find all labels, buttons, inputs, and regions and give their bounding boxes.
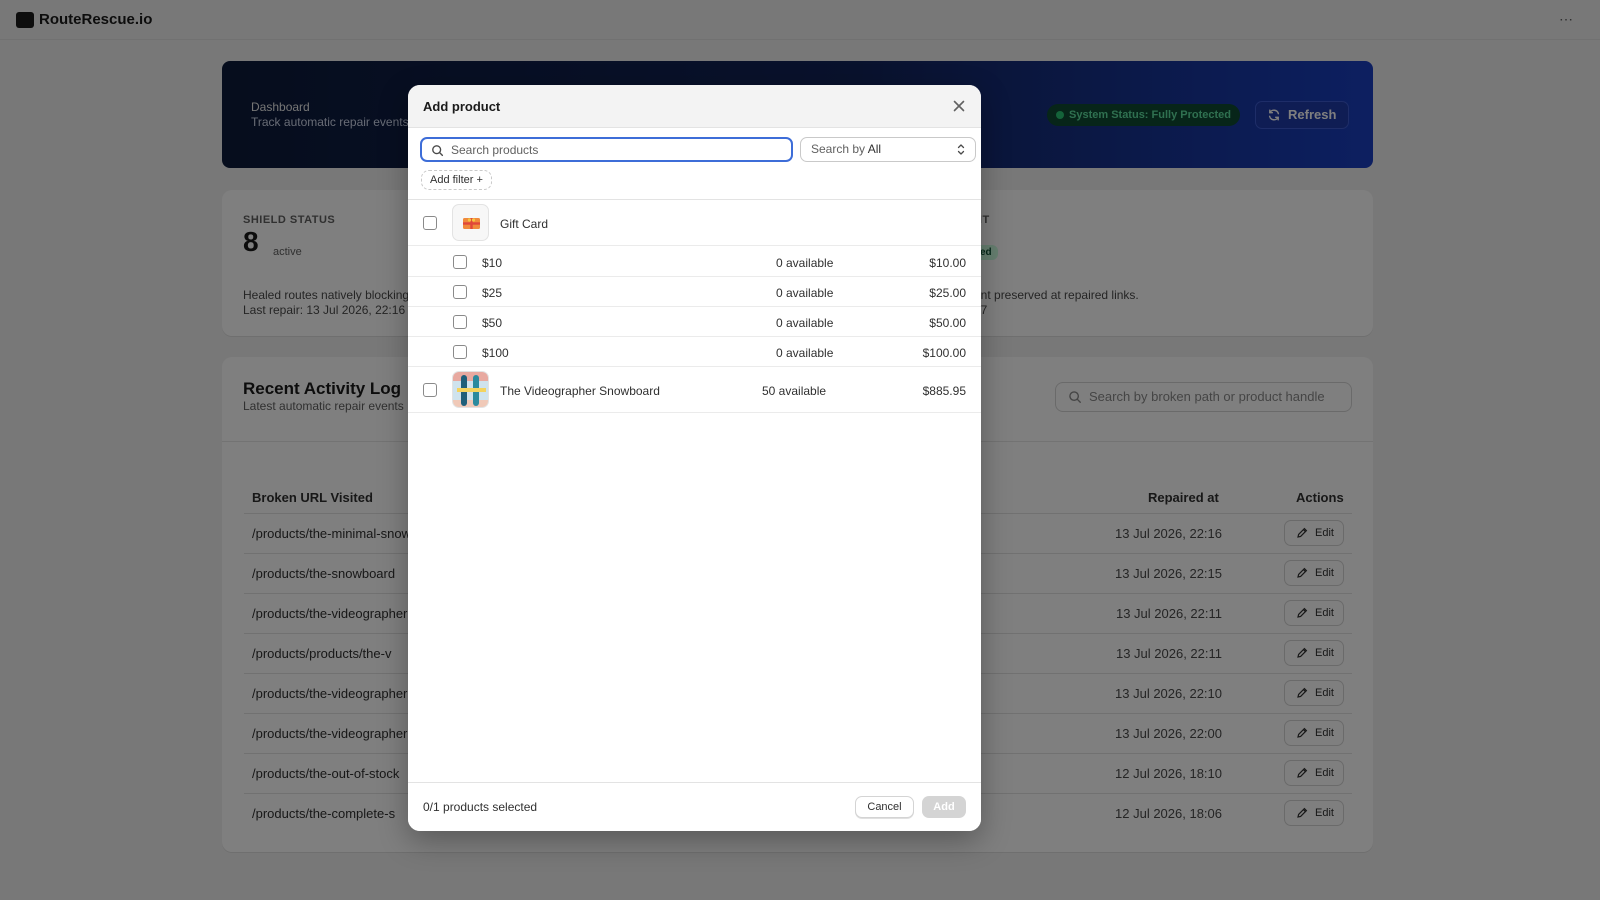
variant-name: $100 xyxy=(482,346,509,360)
variant-row[interactable]: $25 0 available $25.00 xyxy=(408,277,981,307)
variant-available: 0 available xyxy=(776,256,834,270)
variant-price: $10.00 xyxy=(929,256,966,270)
snowboard-image xyxy=(452,371,489,408)
product-name: The Videographer Snowboard xyxy=(500,384,660,398)
product-price: $885.95 xyxy=(922,384,966,398)
variant-row[interactable]: $10 0 available $10.00 xyxy=(408,247,981,277)
product-checkbox[interactable] xyxy=(423,383,437,397)
cancel-button[interactable]: Cancel xyxy=(855,796,914,818)
variant-price: $50.00 xyxy=(929,316,966,330)
variant-checkbox[interactable] xyxy=(453,345,467,359)
product-available: 50 available xyxy=(762,384,827,398)
product-name: Gift Card xyxy=(500,217,549,231)
close-icon[interactable] xyxy=(951,98,967,114)
variant-checkbox[interactable] xyxy=(453,285,467,299)
chevron-up-down-icon xyxy=(957,144,965,155)
variant-available: 0 available xyxy=(776,286,834,300)
product-search-input[interactable] xyxy=(420,137,793,162)
modal-title: Add product xyxy=(423,99,501,114)
product-row-snowboard[interactable]: The Videographer Snowboard 50 available … xyxy=(408,367,981,413)
add-button[interactable]: Add xyxy=(922,796,966,818)
modal-footer: 0/1 products selected Cancel Add xyxy=(408,782,981,831)
variant-checkbox[interactable] xyxy=(453,255,467,269)
variant-name: $25 xyxy=(482,286,503,300)
variant-price: $100.00 xyxy=(922,346,966,360)
add-filter-button[interactable]: Add filter + xyxy=(421,170,492,190)
gift-card-icon xyxy=(452,204,489,241)
variant-row[interactable]: $50 0 available $50.00 xyxy=(408,307,981,337)
variant-price: $25.00 xyxy=(929,286,966,300)
modal-header: Add product xyxy=(408,85,981,128)
selected-count: 0/1 products selected xyxy=(423,800,538,814)
variant-available: 0 available xyxy=(776,346,834,360)
variant-name: $10 xyxy=(482,256,503,270)
add-product-modal: Add product Search by All Add filter + G… xyxy=(408,85,981,831)
variant-name: $50 xyxy=(482,316,503,330)
variant-row[interactable]: $100 0 available $100.00 xyxy=(408,337,981,367)
product-row-gift-card[interactable]: Gift Card xyxy=(408,200,981,246)
variant-checkbox[interactable] xyxy=(453,315,467,329)
product-checkbox[interactable] xyxy=(423,216,437,230)
search-by-select[interactable]: Search by All xyxy=(800,137,976,162)
variant-available: 0 available xyxy=(776,316,834,330)
